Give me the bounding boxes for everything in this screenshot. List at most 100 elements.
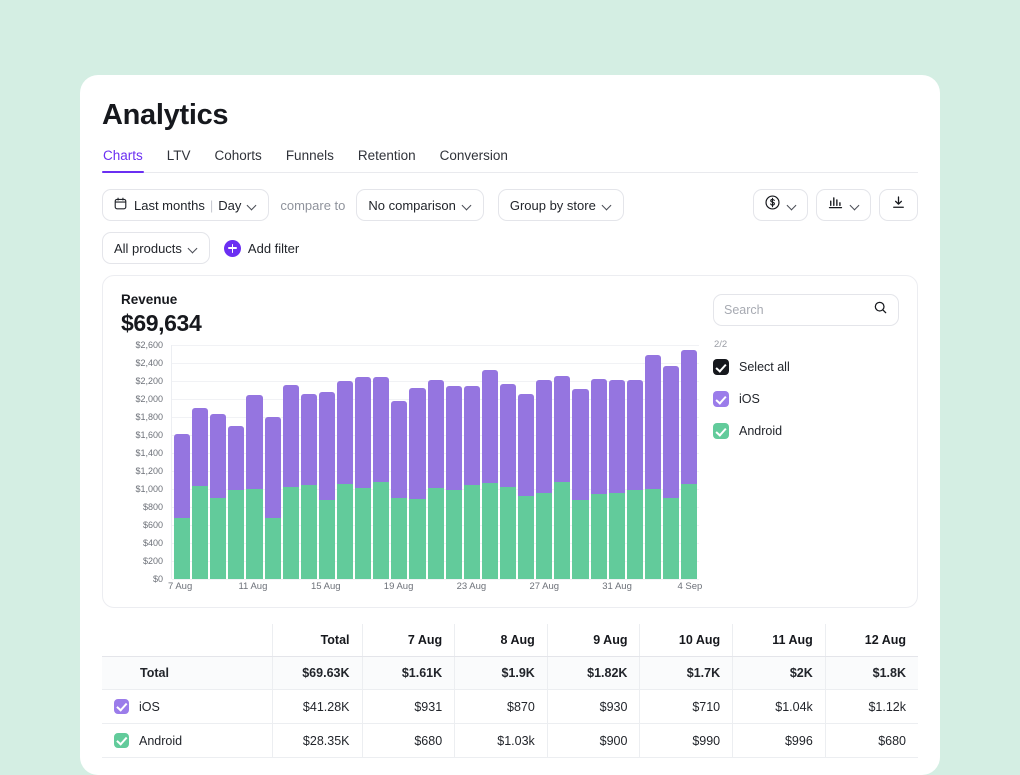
products-select[interactable]: All products: [102, 232, 210, 264]
y-tick-label: $400: [142, 538, 163, 548]
table-cell: $1.82K: [547, 656, 641, 690]
bar-segment-ios: [481, 370, 498, 483]
bar-3-sep[interactable]: [662, 345, 680, 579]
tab-retention[interactable]: Retention: [357, 148, 417, 172]
add-filter-button[interactable]: Add filter: [223, 239, 299, 257]
table-cell: $1.7K: [639, 656, 734, 690]
bar-segment-ios: [210, 414, 227, 499]
bar-segment-ios: [318, 391, 335, 500]
search-input[interactable]: [724, 303, 873, 317]
x-tick-label: 11 Aug: [238, 581, 268, 592]
legend-item-select-all[interactable]: Select all: [713, 359, 899, 375]
bar-15-aug[interactable]: [318, 345, 335, 579]
bar-18-aug[interactable]: [373, 345, 390, 579]
y-tick-label: $1,800: [135, 412, 163, 422]
x-tick-label: 19 Aug: [383, 581, 414, 592]
bar-29-aug[interactable]: [572, 345, 589, 579]
bar-12-aug[interactable]: [264, 345, 281, 579]
bar-segment-ios: [373, 377, 390, 482]
bar-segment-android: [409, 498, 426, 579]
plot-wrapper: $0 $200 $400 $600 $800 $1,000 $1,200 $1,400 $1,6…: [121, 340, 702, 597]
bar-4-sep[interactable]: [681, 345, 698, 579]
bar-24-aug[interactable]: [481, 345, 498, 579]
bar-segment-android: [174, 517, 191, 579]
checkbox-icon[interactable]: [114, 733, 129, 748]
legend-item-ios[interactable]: iOS: [713, 391, 899, 407]
products-value: All products: [114, 240, 182, 256]
bar-30-aug[interactable]: [590, 345, 607, 579]
bar-31-aug[interactable]: [608, 345, 625, 579]
legend-label: Select all: [739, 360, 790, 374]
x-tick-label: 31 Aug: [602, 581, 632, 592]
bar-segment-android: [355, 488, 372, 579]
tab-conversion[interactable]: Conversion: [439, 148, 509, 172]
bar-21-aug[interactable]: [427, 345, 444, 579]
bar-16-aug[interactable]: [336, 345, 354, 579]
search-icon[interactable]: [873, 300, 888, 320]
bar-19-aug[interactable]: [391, 345, 408, 579]
bar-segment-android: [246, 489, 263, 579]
checkbox-icon[interactable]: [713, 391, 729, 407]
date-separator: |: [209, 197, 214, 213]
table-header-cell: [102, 624, 273, 657]
toolbar-secondary-row: All products Add filter: [102, 232, 918, 264]
legend-item-android[interactable]: Android: [713, 423, 899, 439]
group-by-value: Group by store: [509, 197, 596, 213]
bar-28-aug[interactable]: [554, 345, 571, 579]
table-row-label-cell: Total: [102, 656, 273, 690]
tab-ltv[interactable]: LTV: [166, 148, 192, 172]
bar-14-aug[interactable]: [300, 345, 317, 579]
bar-27-aug[interactable]: [536, 345, 553, 579]
bar-segment-android: [228, 489, 245, 579]
bar-23-aug[interactable]: [463, 345, 480, 579]
legend-label: Android: [739, 424, 783, 438]
bar-segment-ios: [536, 380, 553, 493]
bar-26-aug[interactable]: [518, 345, 535, 579]
search-box[interactable]: [713, 294, 899, 326]
bar-10-aug[interactable]: [228, 345, 245, 579]
bar-13-aug[interactable]: [282, 345, 299, 579]
tab-charts[interactable]: Charts: [102, 148, 144, 173]
bar-segment-ios: [264, 417, 281, 518]
table-row-label: iOS: [139, 699, 160, 714]
chart-type-button[interactable]: [816, 189, 871, 221]
bar-segment-android: [445, 489, 462, 579]
table-header-cell: 12 Aug: [825, 624, 918, 657]
currency-select-button[interactable]: [753, 189, 808, 221]
granularity-value: Day: [218, 197, 242, 213]
bar-20-aug[interactable]: [409, 345, 426, 579]
table-header-row: Total 7 Aug 8 Aug 9 Aug 10 Aug 11 Aug 12 Aug: [102, 624, 918, 657]
data-table-wrapper: Total 7 Aug 8 Aug 9 Aug 10 Aug 11 Aug 12 Aug T…: [102, 624, 918, 758]
y-axis: $0 $200 $400 $600 $800 $1,000 $1,200 $1,400 $1,6…: [121, 340, 167, 584]
checkbox-icon[interactable]: [713, 423, 729, 439]
tab-cohorts[interactable]: Cohorts: [214, 148, 263, 172]
bar-segment-android: [210, 498, 227, 579]
metric-value: $69,634: [121, 310, 202, 336]
comparison-select[interactable]: No comparison: [356, 189, 484, 221]
group-by-select[interactable]: Group by store: [497, 189, 624, 221]
checkbox-icon[interactable]: [114, 699, 129, 714]
bar-22-aug[interactable]: [445, 345, 462, 579]
y-tick-label: $1,600: [135, 430, 163, 440]
metric-label: Revenue: [121, 292, 178, 307]
table-cell: $710: [639, 689, 734, 724]
bar-segment-android: [318, 499, 335, 579]
bar-8-aug[interactable]: [192, 345, 209, 579]
y-tick-label: $2,400: [135, 358, 163, 368]
table-row-label: Android: [139, 733, 183, 748]
bar-25-aug[interactable]: [499, 345, 517, 579]
bar-7-aug[interactable]: [174, 345, 191, 579]
bar-1-sep[interactable]: [626, 345, 643, 579]
chart-card: Revenue $69,634 $0 $200 $400 $600 $800 $1,000…: [102, 275, 918, 608]
download-button[interactable]: [879, 189, 918, 221]
bar-11-aug[interactable]: [246, 345, 263, 579]
table-body: Total $69.63K $1.61K $1.9K $1.82K $1.7K $2K $1.…: [102, 656, 918, 758]
checkbox-icon[interactable]: [713, 359, 729, 375]
bar-segment-ios: [590, 379, 607, 495]
bar-17-aug[interactable]: [355, 345, 372, 579]
bar-2-sep[interactable]: [644, 345, 661, 579]
table-row-label-cell: iOS: [102, 689, 273, 724]
tab-funnels[interactable]: Funnels: [285, 148, 335, 172]
date-range-picker[interactable]: Last months | Day: [102, 189, 270, 221]
bar-9-aug[interactable]: [210, 345, 227, 579]
